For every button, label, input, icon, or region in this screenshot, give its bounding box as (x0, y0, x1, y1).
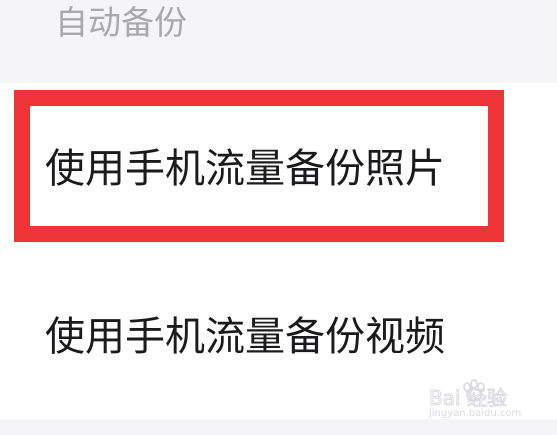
baidu-jingyan-watermark: Bai 经验 jingyan.baidu.com (427, 378, 551, 418)
watermark-text: Bai 经验 (429, 386, 507, 410)
option-label-photos: 使用手机流量备份照片 (45, 146, 445, 192)
bottom-divider (0, 419, 557, 435)
option-label-videos: 使用手机流量备份视频 (45, 314, 445, 360)
baidu-paw-logo: Bai 经验 jingyan.baidu.com (428, 379, 521, 418)
section-header: 自动备份 (0, 0, 557, 83)
section-title: 自动备份 (55, 3, 187, 42)
watermark-subtext: jingyan.baidu.com (428, 408, 521, 418)
settings-list: 使用手机流量备份照片 使用手机流量备份视频 (0, 83, 557, 419)
option-row-photos[interactable]: 使用手机流量备份照片 (0, 83, 557, 251)
